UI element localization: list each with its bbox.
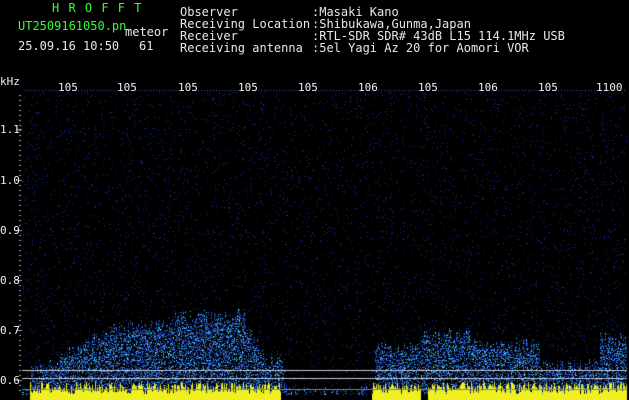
- x-tick-label: 105: [117, 81, 137, 94]
- x-tick-label: 105: [178, 81, 198, 94]
- x-tick-label: 106: [358, 81, 378, 94]
- y-tick-label: 0.6: [0, 374, 20, 387]
- x-tick-label: 105: [418, 81, 438, 94]
- datetime-label: 25.09.16 10:50: [18, 39, 120, 53]
- x-tick-label: 106: [478, 81, 498, 94]
- x-tick-label: 1100: [596, 81, 623, 94]
- x-tick-label: 105: [298, 81, 318, 94]
- y-tick-label: 0.7: [0, 324, 20, 337]
- y-axis-unit: kHz: [0, 75, 20, 88]
- y-tick-label: 1.1: [0, 123, 20, 136]
- hrofft-logo: H R O F F T: [52, 1, 143, 15]
- spectrogram-canvas: [0, 0, 629, 400]
- y-tick-label: 0.9: [0, 224, 20, 237]
- y-tick-label: 1.0: [0, 174, 20, 187]
- y-tick-label: 0.8: [0, 274, 20, 287]
- count-label: 61: [139, 39, 154, 53]
- x-tick-label: 105: [238, 81, 258, 94]
- antenna-value: :5el Yagi Az 20 for Aomori VOR: [312, 41, 529, 55]
- filename-label: UT2509161050.pn: [18, 19, 127, 33]
- x-tick-label: 105: [538, 81, 558, 94]
- antenna-label: Receiving antenna: [180, 41, 303, 55]
- mode-label: meteor: [125, 25, 169, 39]
- x-tick-label: 105: [58, 81, 78, 94]
